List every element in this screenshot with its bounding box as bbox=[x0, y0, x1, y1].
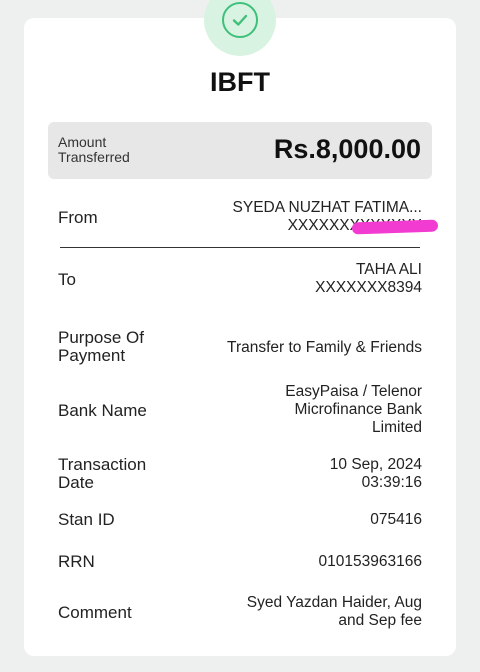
date-label: Transaction Date bbox=[58, 455, 147, 492]
bank-line: Microfinance Bank bbox=[294, 401, 422, 418]
sender-name: SYEDA NUZHAT FATIMA... bbox=[232, 199, 422, 216]
bank-label: Bank Name bbox=[58, 401, 147, 420]
comment-line: Syed Yazdan Haider, Aug bbox=[246, 594, 422, 611]
rrn-value: 010153963166 bbox=[318, 553, 422, 570]
stan-label: Stan ID bbox=[58, 510, 115, 529]
stan-value: 075416 bbox=[370, 511, 422, 528]
rrn-label: RRN bbox=[58, 552, 95, 571]
check-circle-icon bbox=[222, 2, 258, 38]
transaction-time: 03:39:16 bbox=[361, 474, 422, 491]
to-value: TAHA ALI XXXXXXX8394 bbox=[315, 261, 422, 297]
bank-value: EasyPaisa / Telenor Microfinance Bank Li… bbox=[285, 383, 422, 437]
purpose-value: Transfer to Family & Friends bbox=[227, 339, 422, 356]
amount-value: Rs.8,000.00 bbox=[273, 134, 421, 164]
comment-value: Syed Yazdan Haider, Aug and Sep fee bbox=[247, 594, 422, 630]
divider bbox=[60, 247, 420, 248]
from-label: From bbox=[58, 208, 98, 227]
comment-label: Comment bbox=[58, 603, 132, 622]
purpose-label: Purpose Of Payment bbox=[58, 328, 144, 365]
comment-line: and Sep fee bbox=[338, 612, 422, 629]
date-value: 10 Sep, 2024 03:39:16 bbox=[330, 456, 422, 492]
bank-line: Limited bbox=[372, 419, 422, 436]
recipient-account: XXXXXXX8394 bbox=[315, 279, 422, 296]
bank-line: EasyPaisa / Telenor bbox=[285, 383, 422, 400]
to-label: To bbox=[58, 270, 76, 289]
transaction-date: 10 Sep, 2024 bbox=[329, 456, 422, 473]
recipient-name: TAHA ALI bbox=[355, 261, 422, 278]
amount-box: Amount Transferred Rs.8,000.00 bbox=[48, 122, 432, 179]
amount-label: Amount Transferred bbox=[58, 134, 130, 165]
transaction-type-title: IBFT bbox=[210, 67, 270, 97]
